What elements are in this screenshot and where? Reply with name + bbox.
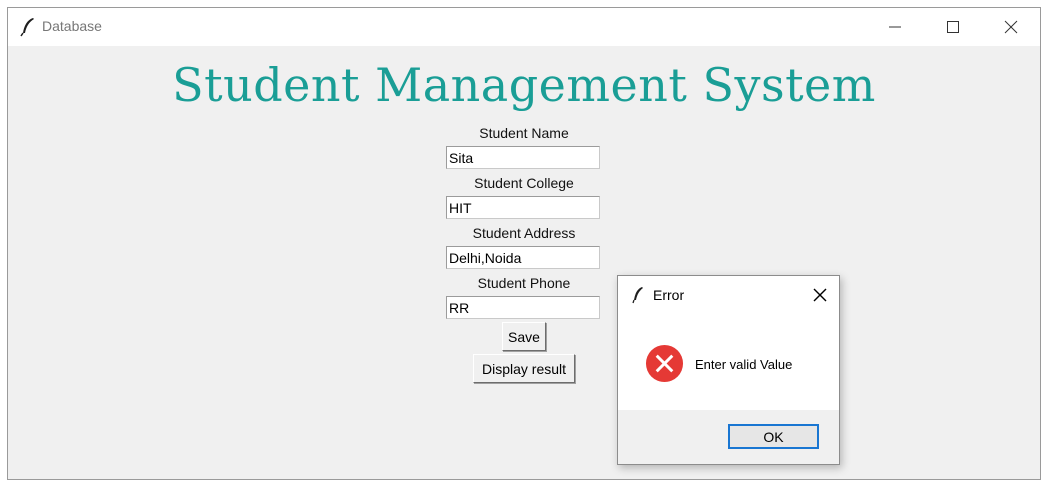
error-message: Enter valid Value bbox=[695, 357, 793, 372]
student-address-input[interactable] bbox=[446, 246, 600, 269]
dialog-footer: OK bbox=[618, 410, 839, 464]
save-button[interactable]: Save bbox=[502, 322, 546, 351]
close-button[interactable] bbox=[982, 8, 1040, 46]
student-phone-input[interactable] bbox=[446, 296, 600, 319]
app-title: Student Management System bbox=[172, 58, 876, 112]
feather-icon bbox=[632, 287, 643, 304]
student-name-input[interactable] bbox=[446, 146, 600, 169]
close-icon[interactable] bbox=[811, 286, 829, 304]
ok-button[interactable]: OK bbox=[728, 424, 819, 449]
feather-icon bbox=[20, 18, 34, 37]
main-window: Database Student Management System Stude… bbox=[7, 7, 1041, 480]
title-bar[interactable]: Database bbox=[8, 8, 1040, 46]
close-icon bbox=[1004, 20, 1018, 34]
window-client-area: Student Management System Student Name S… bbox=[8, 46, 1040, 479]
student-phone-label: Student Phone bbox=[477, 275, 571, 291]
display-result-button[interactable]: Display result bbox=[473, 354, 575, 383]
maximize-icon bbox=[947, 21, 959, 33]
student-name-label: Student Name bbox=[479, 125, 569, 141]
minimize-button[interactable] bbox=[866, 8, 924, 46]
minimize-icon bbox=[889, 26, 901, 28]
student-college-label: Student College bbox=[474, 175, 574, 191]
student-address-label: Student Address bbox=[472, 225, 576, 241]
error-icon bbox=[645, 344, 684, 383]
window-title: Database bbox=[42, 18, 102, 34]
maximize-button[interactable] bbox=[924, 8, 982, 46]
student-college-input[interactable] bbox=[446, 196, 600, 219]
dialog-title: Error bbox=[653, 287, 685, 303]
error-dialog: Error Enter valid Value OK bbox=[617, 275, 840, 465]
